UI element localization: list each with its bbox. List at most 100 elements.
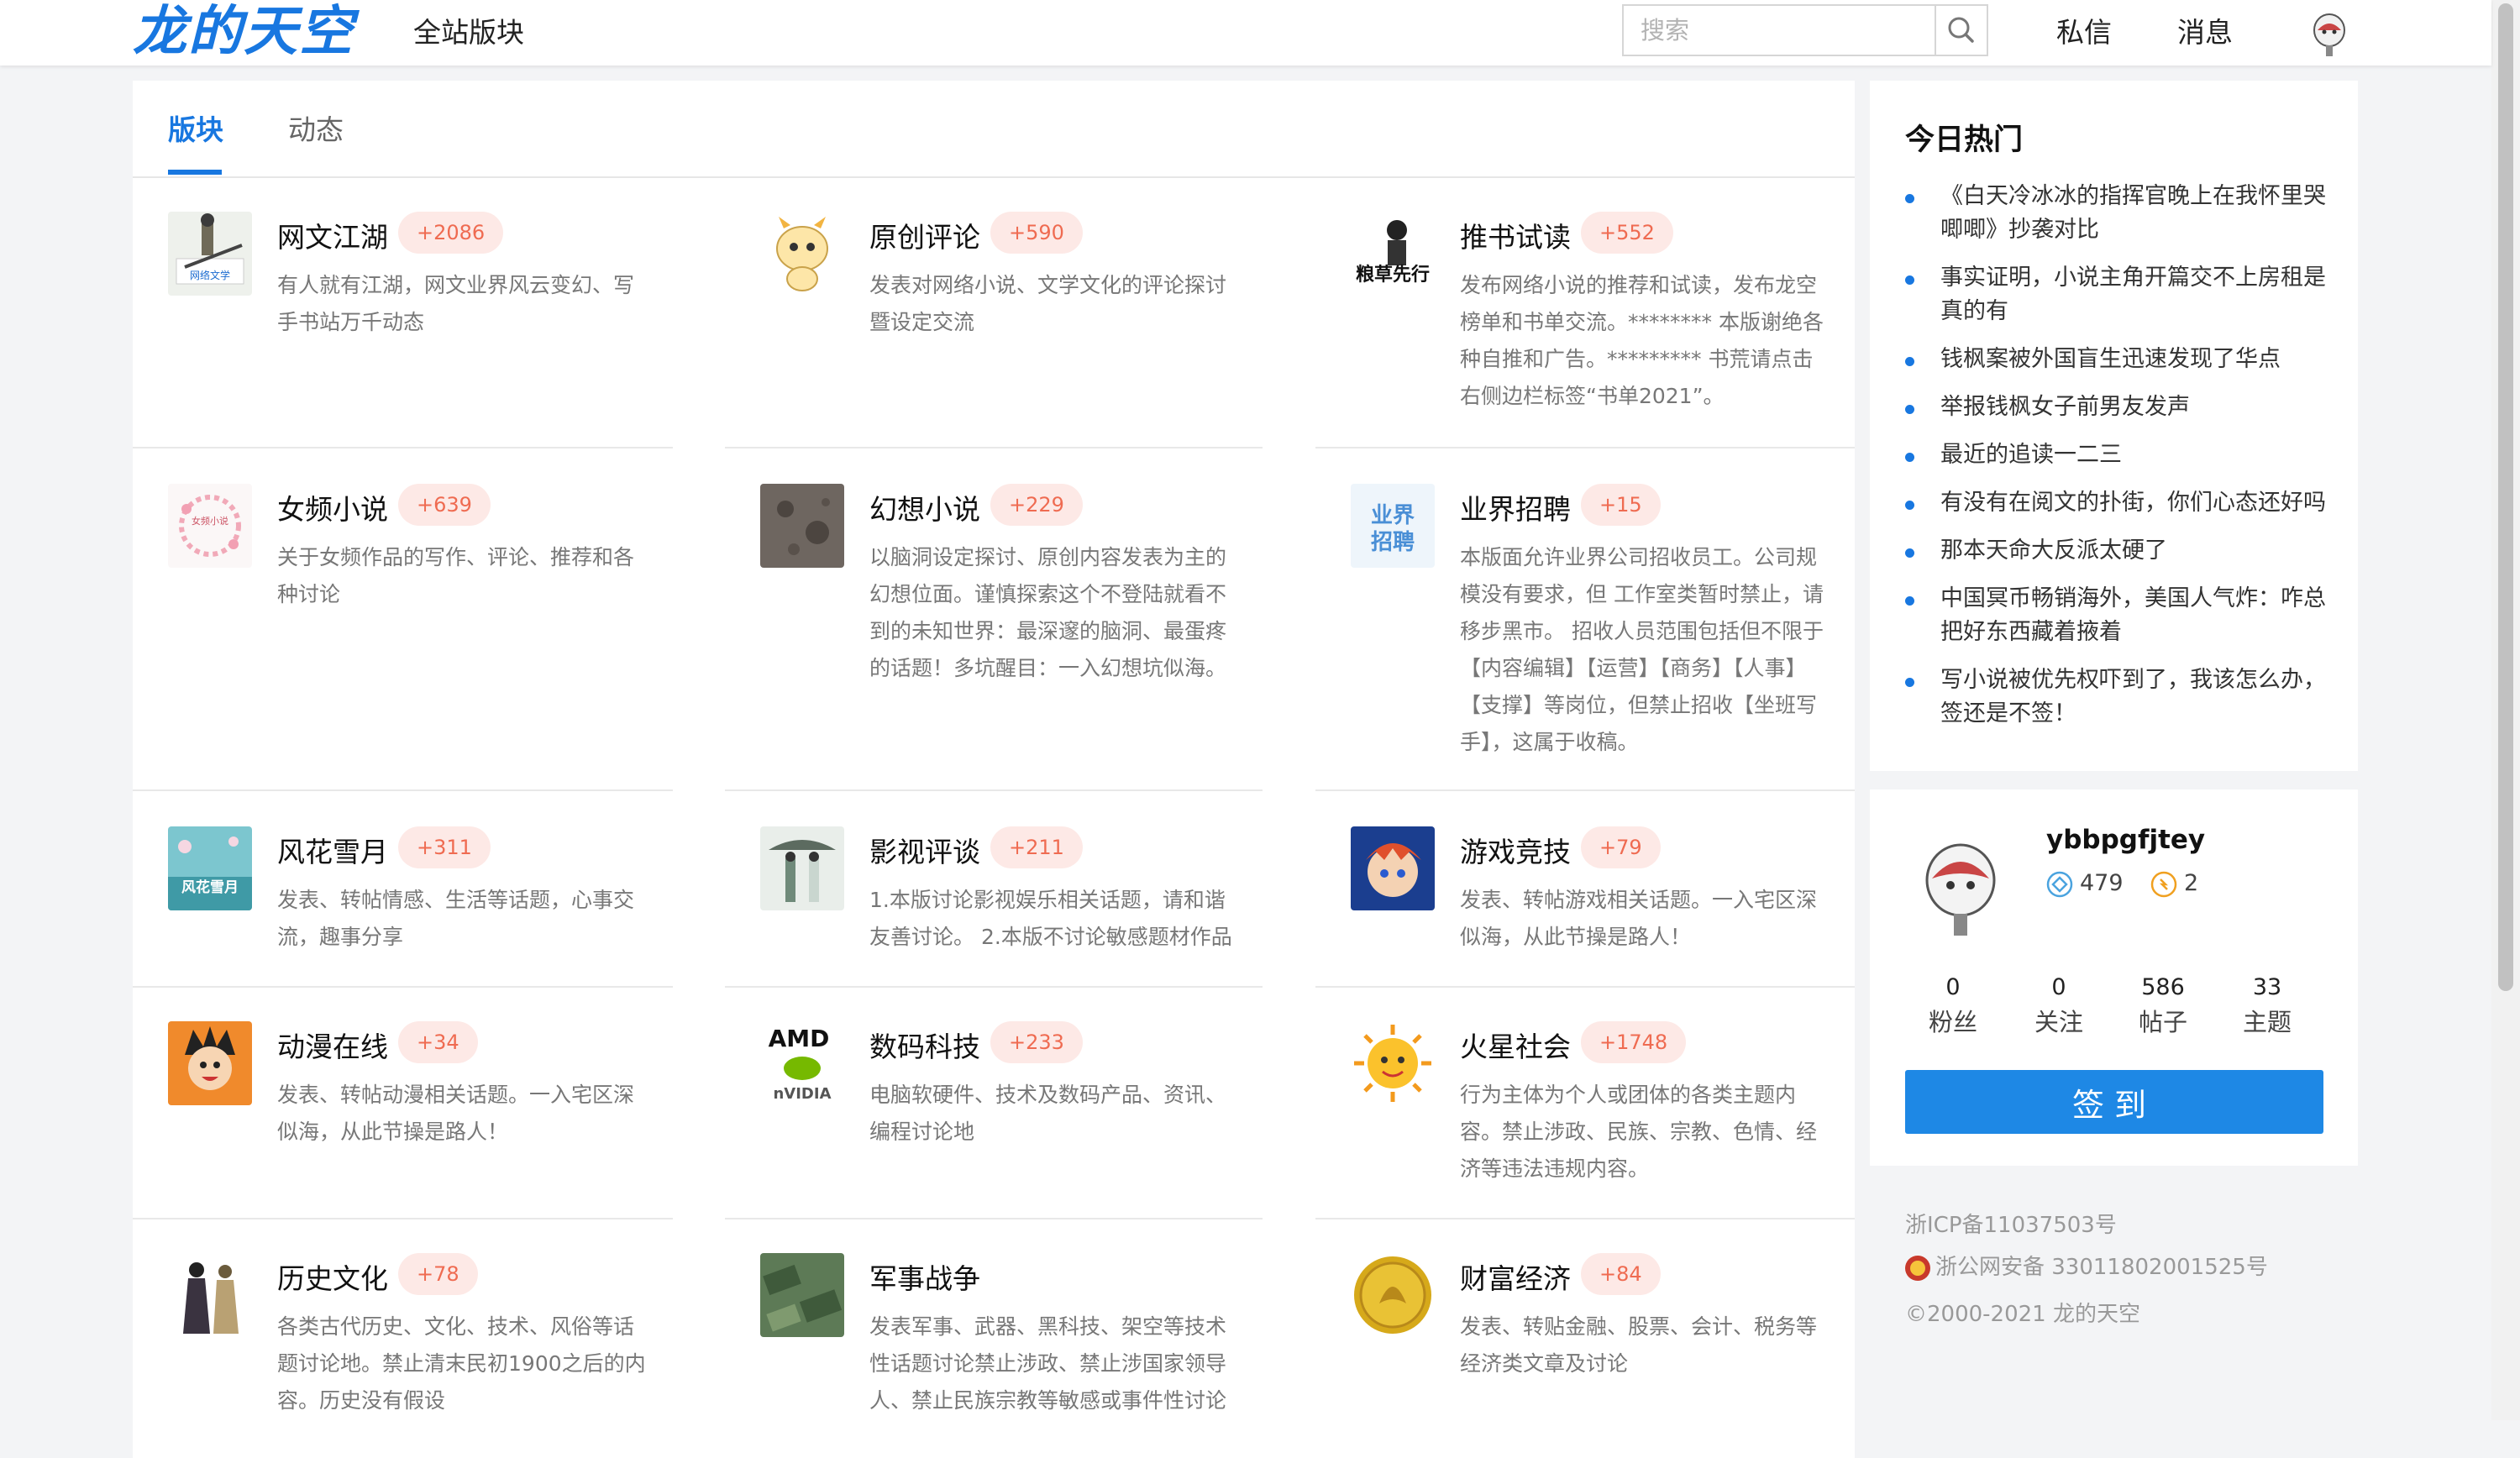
hot-topic-link[interactable]: 事实证明，小说主角开篇交不上房租是真的有 (1940, 265, 2326, 324)
posts-stat[interactable]: 586 帖子 (2117, 971, 2209, 1040)
board-description: 行为主体为个人或团体的各类主题内容。禁止涉政、民族、宗教、色情、经济等违法违规内… (1460, 1083, 1818, 1181)
svg-text:业界: 业界 (1371, 503, 1415, 528)
page-scrollbar[interactable] (2491, 0, 2520, 1420)
following-count: 0 (2051, 974, 2066, 1000)
new-posts-badge: +211 (990, 826, 1083, 868)
hot-topic-item[interactable]: 《白天冷冰冰的指挥官晚上在我怀里哭唧唧》抄袭对比 (1905, 180, 2334, 247)
messages-link[interactable]: 消息 (2177, 0, 2233, 66)
topics-label: 主题 (2242, 1008, 2292, 1036)
hot-topic-item[interactable]: 中国冥币畅销海外，美国人气炸：咋总把好东西藏着掖着 (1905, 582, 2334, 649)
board-thumbnail[interactable] (168, 1253, 252, 1337)
hot-topic-item[interactable]: 那本天命大反派太硬了 (1905, 534, 2334, 568)
board-name[interactable]: 历史文化 (277, 1256, 388, 1297)
hot-topic-link[interactable]: 写小说被优先权吓到了，我该怎么办，签还是不签！ (1940, 667, 2326, 726)
board-thumbnail[interactable] (760, 212, 844, 296)
user-avatar[interactable] (1919, 838, 2003, 939)
new-posts-badge: +84 (1581, 1253, 1661, 1295)
hot-topic-item[interactable]: 有没有在阅文的扑街，你们心态还好吗 (1905, 486, 2334, 520)
hot-topic-link[interactable]: 钱枫案被外国盲生迅速发现了华点 (1940, 346, 2281, 372)
followers-label: 粉丝 (1928, 1008, 1977, 1036)
board-name[interactable]: 火星社会 (1460, 1025, 1571, 1065)
board-thumbnail[interactable] (760, 1253, 844, 1337)
site-logo[interactable]: 龙的天空 (133, 0, 354, 66)
board-thumbnail[interactable] (1351, 1253, 1435, 1337)
board-name[interactable]: 业界招聘 (1460, 487, 1571, 527)
board-thumbnail[interactable] (760, 484, 844, 568)
row-divider (725, 986, 1263, 988)
hot-topic-item[interactable]: 事实证明，小说主角开篇交不上房租是真的有 (1905, 261, 2334, 328)
board-name[interactable]: 财富经济 (1460, 1256, 1571, 1297)
new-posts-badge: +590 (990, 212, 1083, 254)
hot-topic-item[interactable]: 写小说被优先权吓到了，我该怎么办，签还是不签！ (1905, 663, 2334, 731)
hot-topic-link[interactable]: 举报钱枫女子前男友发声 (1940, 394, 2190, 420)
topics-stat[interactable]: 33 主题 (2221, 971, 2313, 1040)
diamond-count: 479 (2046, 870, 2124, 898)
board-name[interactable]: 网文江湖 (277, 215, 388, 255)
new-posts-badge: +639 (398, 484, 491, 526)
user-avatar-top[interactable] (2308, 12, 2350, 59)
hot-topic-link[interactable]: 《白天冷冰冰的指挥官晚上在我怀里哭唧唧》抄袭对比 (1940, 183, 2326, 243)
hot-topic-item[interactable]: 钱枫案被外国盲生迅速发现了华点 (1905, 343, 2334, 376)
board-name[interactable]: 女频小说 (277, 487, 388, 527)
board-name[interactable]: 原创评论 (869, 215, 980, 255)
row-divider (725, 447, 1263, 448)
police-record[interactable]: 浙公网安备 33011802001525号 (1903, 1250, 2268, 1282)
username[interactable]: ybbpgfjtey (2046, 825, 2205, 855)
posts-label: 帖子 (2138, 1008, 2187, 1036)
bullet-icon (1905, 194, 1914, 203)
row-divider (1315, 1218, 1855, 1219)
signin-button[interactable]: 签到 (1905, 1070, 2323, 1134)
scrollbar-thumb[interactable] (2498, 3, 2513, 991)
hot-today-panel: 今日热门 《白天冷冰冰的指挥官晚上在我怀里哭唧唧》抄袭对比 事实证明，小说主角开… (1870, 81, 2358, 771)
board-thumbnail[interactable] (760, 826, 844, 910)
board-name[interactable]: 军事战争 (869, 1256, 980, 1297)
board-name[interactable]: 推书试读 (1460, 215, 1571, 255)
board-name[interactable]: 幻想小说 (869, 487, 980, 527)
followers-count: 0 (1945, 974, 1961, 1000)
search-button[interactable] (1935, 6, 1987, 55)
search-input[interactable] (1624, 6, 1936, 55)
new-posts-badge: +552 (1581, 212, 1673, 254)
board-thumbnail[interactable]: 网络文学 (168, 212, 252, 296)
board-description: 发表对网络小说、文学文化的评论探讨暨设定交流 (869, 273, 1227, 334)
board-thumbnail[interactable]: 粮草先行 (1351, 212, 1435, 296)
tab-boards[interactable]: 版块 (168, 108, 223, 148)
board-thumbnail[interactable]: 业界 招聘 (1351, 484, 1435, 568)
hot-topic-link[interactable]: 有没有在阅文的扑街，你们心态还好吗 (1940, 490, 2326, 516)
board-thumbnail[interactable] (168, 1021, 252, 1105)
board-thumbnail[interactable]: 女频小说 (168, 484, 252, 568)
hot-topic-link[interactable]: 那本天命大反派太硬了 (1940, 538, 2167, 564)
board-name[interactable]: 影视评谈 (869, 830, 980, 870)
svg-text:招聘: 招聘 (1371, 530, 1415, 555)
row-divider (133, 789, 673, 791)
followers-stat[interactable]: 0 粉丝 (1907, 971, 1999, 1040)
hot-topic-link[interactable]: 中国冥币畅销海外，美国人气炸：咋总把好东西藏着掖着 (1940, 585, 2326, 645)
new-posts-badge: +2086 (398, 212, 504, 254)
board-name[interactable]: 游戏竞技 (1460, 830, 1571, 870)
tab-activity[interactable]: 动态 (288, 108, 344, 148)
police-record-text[interactable]: 浙公网安备 33011802001525号 (1935, 1255, 2268, 1280)
board-thumbnail[interactable] (1351, 826, 1435, 910)
nav-all-boards-link[interactable]: 全站版块 (413, 0, 524, 66)
topics-count: 33 (2252, 974, 2282, 1000)
board-thumbnail[interactable]: AMD nVIDIA (760, 1021, 844, 1105)
board-name[interactable]: 数码科技 (869, 1025, 980, 1065)
private-message-link[interactable]: 私信 (2056, 0, 2112, 66)
board-description: 发表、转帖情感、生活等话题，心事交流，趣事分享 (277, 888, 635, 949)
board-description: 电脑软硬件、技术及数码产品、资讯、编程讨论地 (869, 1083, 1227, 1144)
bullet-icon (1905, 453, 1914, 462)
hot-topic-link[interactable]: 最近的追读一二三 (1940, 442, 2122, 468)
new-posts-badge: +78 (398, 1253, 478, 1295)
new-posts-badge: +79 (1581, 826, 1661, 868)
row-divider (725, 789, 1263, 791)
board-thumbnail[interactable] (1351, 1021, 1435, 1105)
board-name[interactable]: 风花雪月 (277, 830, 388, 870)
following-stat[interactable]: 0 关注 (2013, 971, 2105, 1040)
hot-topic-item[interactable]: 最近的追读一二三 (1905, 438, 2334, 472)
hot-topic-item[interactable]: 举报钱枫女子前男友发声 (1905, 391, 2334, 424)
icp-link[interactable]: 浙ICP备11037503号 (1905, 1208, 2117, 1239)
board-thumbnail[interactable]: 风花雪月 (168, 826, 252, 910)
board-name[interactable]: 动漫在线 (277, 1025, 388, 1065)
board-description: 发表军事、武器、黑科技、架空等技术性话题讨论禁止涉政、禁止涉国家领导人、禁止民族… (869, 1314, 1227, 1413)
bullet-icon (1905, 501, 1914, 510)
